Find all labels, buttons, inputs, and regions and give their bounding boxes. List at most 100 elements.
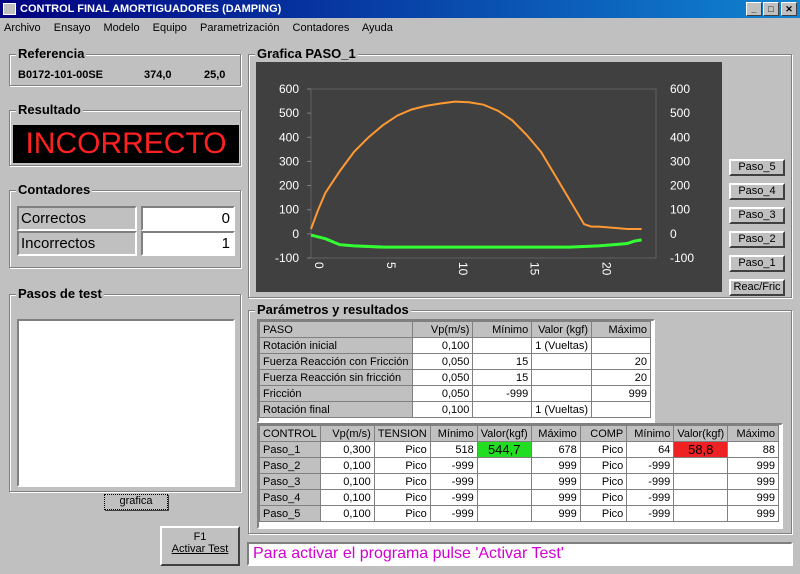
control-cell: -999 [429, 489, 478, 506]
params-group: Parámetros y resultados PASO Vp(m/s) Mínim… [248, 302, 792, 534]
y-tick-label-left: 500 [279, 106, 299, 120]
window-title: CONTROL FINAL AMORTIGUADORES (DAMPING) [20, 3, 282, 15]
referencia-value2: 25,0 [204, 69, 226, 81]
activar-label: Activar Test [171, 543, 229, 555]
control-cell: Pico [373, 473, 431, 490]
control-cell [673, 473, 729, 490]
menu-parametrizacion[interactable]: Parametrización [200, 22, 279, 34]
y-tick-label-left: 100 [279, 203, 299, 217]
referencia-group: Referencia B0172-101-00SE 374,0 25,0 [9, 46, 241, 86]
menu-ayuda[interactable]: Ayuda [362, 22, 393, 34]
control-cell [673, 457, 729, 474]
control-header-cell: TENSION [373, 425, 431, 442]
params-cell [591, 401, 651, 418]
control-row-label: Paso_2 [259, 457, 321, 474]
control-cell: -999 [429, 473, 478, 490]
y-tick-label-left: 200 [279, 179, 299, 193]
referencia-value1: 374,0 [144, 69, 172, 81]
control-cell [673, 505, 729, 522]
params-cell: 0,100 [411, 401, 474, 418]
control-row-label: Paso_1 [259, 441, 321, 458]
params-row[interactable]: Fricción 0,050 -999 999 [259, 385, 651, 402]
menu-archivo[interactable]: Archivo [4, 22, 41, 34]
control-cell: Pico [373, 489, 431, 506]
grafica-button[interactable]: grafica [104, 494, 168, 510]
control-cell: 0,100 [319, 457, 375, 474]
control-cell: -999 [626, 505, 675, 522]
correctos-label: Correctos [17, 206, 137, 231]
params-cell: 0,100 [411, 337, 474, 354]
params-cell: 0,050 [411, 353, 474, 370]
control-row[interactable]: Paso_2 0,100 Pico -999 999 Pico -999 999 [259, 457, 779, 474]
control-row-label: Paso_5 [259, 505, 321, 522]
menu-equipo[interactable]: Equipo [153, 22, 187, 34]
params-row[interactable]: Rotación inicial 0,100 1 (Vueltas) [259, 337, 651, 354]
control-cell: -999 [626, 489, 675, 506]
params-cell [531, 385, 592, 402]
params-cell [531, 369, 592, 386]
paso-3-button[interactable]: Paso_3 [729, 207, 785, 224]
control-cell: 999 [530, 489, 581, 506]
control-row[interactable]: Paso_1 0,300 Pico 518 544,7 678 Pico 64 58,8 88 [259, 441, 779, 458]
params-cell: 1 (Vueltas) [531, 337, 592, 354]
control-cell [476, 473, 532, 490]
control-cell: Pico [579, 457, 628, 474]
maximize-button[interactable]: □ [763, 2, 779, 16]
x-tick-label: 10 [456, 262, 470, 276]
paso-4-button[interactable]: Paso_4 [729, 183, 785, 200]
y-tick-label-left: -100 [275, 251, 299, 265]
params-table: PASO Vp(m/s) Mínimo Valor (kgf) Máximo Rotaci… [259, 321, 651, 418]
control-header-cell: Máximo [530, 425, 581, 442]
control-row[interactable]: Paso_5 0,100 Pico -999 999 Pico -999 999 [259, 505, 779, 522]
menu-contadores[interactable]: Contadores [293, 22, 350, 34]
contadores-title: Contadores [16, 182, 93, 197]
params-table-frame: PASO Vp(m/s) Mínimo Valor (kgf) Máximo Rotaci… [257, 319, 655, 423]
control-header-cell: CONTROL [259, 425, 321, 442]
params-row[interactable]: Rotación final 0,100 1 (Vueltas) [259, 401, 651, 418]
control-cell: 999 [727, 473, 779, 490]
control-header-cell: Valor(kgf) [673, 425, 729, 442]
close-button[interactable]: ✕ [781, 2, 797, 16]
control-row[interactable]: Paso_4 0,100 Pico -999 999 Pico -999 999 [259, 489, 779, 506]
activar-key: F1 [193, 531, 207, 543]
params-header-cell: PASO [259, 321, 413, 338]
paso-5-button[interactable]: Paso_5 [729, 159, 785, 176]
params-row-label: Rotación final [259, 401, 413, 418]
control-row[interactable]: Paso_3 0,100 Pico -999 999 Pico -999 999 [259, 473, 779, 490]
reac-fric-button[interactable]: Reac/Fric [729, 279, 785, 296]
params-cell [531, 353, 592, 370]
params-row[interactable]: Fuerza Reacción con Fricción 0,050 15 20 [259, 353, 651, 370]
params-row[interactable]: Fuerza Reacción sin fricción 0,050 15 20 [259, 369, 651, 386]
paso-1-button[interactable]: Paso_1 [729, 255, 785, 272]
activar-test-button[interactable]: F1 Activar Test [160, 526, 240, 566]
x-tick-label: 0 [312, 262, 326, 269]
control-cell: -999 [429, 505, 478, 522]
control-cell: 518 [429, 441, 478, 458]
control-cell [476, 505, 532, 522]
correctos-value: 0 [141, 206, 235, 231]
pasos-list[interactable] [17, 319, 235, 487]
menu-ensayo[interactable]: Ensayo [54, 22, 91, 34]
params-cell: 1 (Vueltas) [531, 401, 592, 418]
control-cell: 88 [727, 441, 779, 458]
pasos-group: Pasos de test [9, 286, 241, 492]
control-cell: Pico [579, 489, 628, 506]
paso-2-button[interactable]: Paso_2 [729, 231, 785, 248]
control-header-cell: Valor(kgf) [476, 425, 532, 442]
y-tick-label-left: 0 [292, 227, 299, 241]
control-cell: 0,300 [319, 441, 375, 458]
control-header-cell: Mínimo [429, 425, 478, 442]
control-cell: 999 [727, 457, 779, 474]
control-header-cell: COMP [579, 425, 628, 442]
x-tick-label: 20 [600, 262, 614, 276]
params-cell: 15 [472, 353, 533, 370]
menu-modelo[interactable]: Modelo [104, 22, 140, 34]
control-cell [476, 489, 532, 506]
control-cell [673, 489, 729, 506]
series-line-2 [310, 233, 642, 249]
params-row-label: Fuerza Reacción con Fricción [259, 353, 413, 370]
control-table-frame: CONTROL Vp(m/s) TENSION Mínimo Valor(kgf) Máx… [257, 423, 783, 529]
params-cell: 999 [591, 385, 651, 402]
params-cell: 20 [591, 369, 651, 386]
minimize-button[interactable]: _ [746, 2, 762, 16]
